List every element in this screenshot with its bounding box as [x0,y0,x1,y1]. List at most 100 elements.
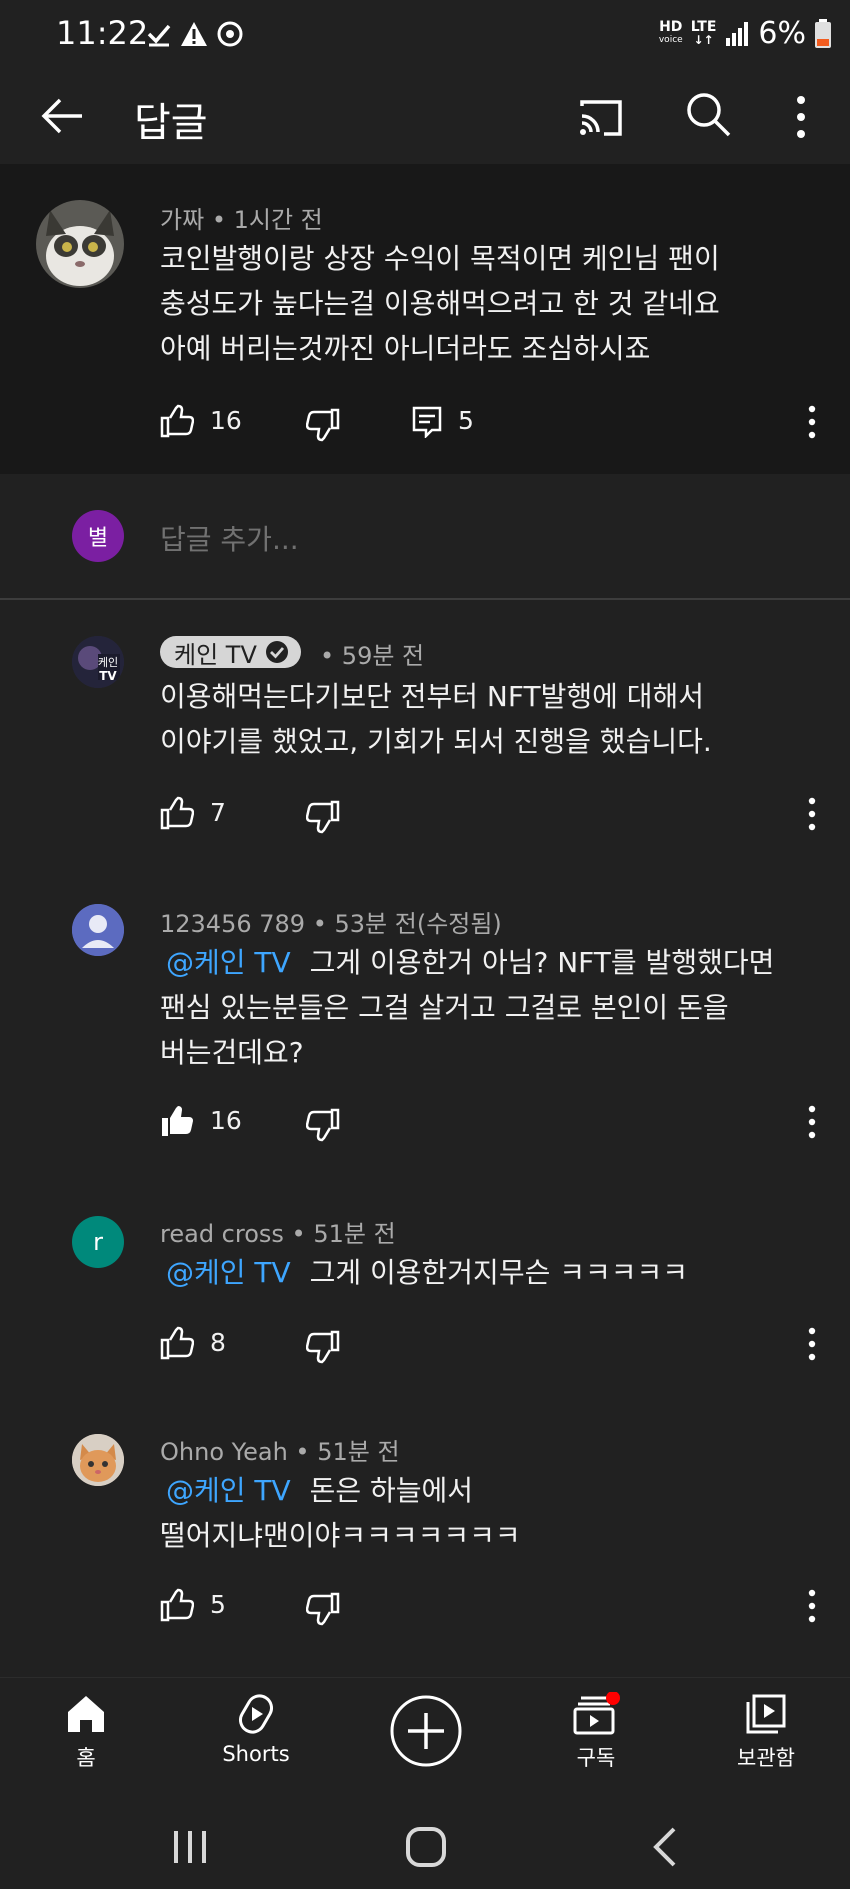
comment-more-icon[interactable] [800,1326,824,1362]
search-icon[interactable] [684,90,734,140]
reply-comment-icon[interactable] [412,406,442,438]
comment-time: 59분 전 [341,642,425,670]
cast-icon[interactable] [576,92,626,142]
comment-more-icon[interactable] [800,796,824,832]
add-reply-input[interactable]: 답글 추가... [160,518,299,558]
thumbs-up-icon[interactable] [160,1326,194,1360]
avatar[interactable] [72,904,124,956]
comment-more-icon[interactable] [800,1588,824,1624]
comment-line: 버는건데요? [160,1036,304,1069]
meta-separator: • [295,1438,318,1466]
thumbs-down-icon[interactable] [306,1590,340,1626]
like-count: 16 [210,406,242,435]
create-button[interactable] [356,1694,496,1768]
comment-author[interactable]: Ohno Yeah [160,1438,288,1466]
app-bar: 답글 [0,72,850,164]
comment-text: 돈은 하늘에서 [309,1474,474,1507]
comment-time: 53분 전(수정됨) [334,910,502,938]
home-icon [68,1696,104,1732]
system-navigation-bar [0,1801,850,1889]
avatar[interactable]: r [72,1216,124,1268]
mention-link[interactable]: @케인 TV [166,946,291,979]
more-vert-icon[interactable] [786,94,816,140]
default-user-icon [72,904,124,956]
thumbs-down-icon[interactable] [306,798,340,834]
verified-check-icon [265,641,288,663]
status-bar: 11:22 HD voice LTE ↓↑ 6% [0,0,850,72]
thumbs-up-icon[interactable] [160,796,194,830]
comment-time: 1시간 전 [233,206,323,234]
mention-link[interactable]: @케인 TV [166,1474,291,1507]
channel-avatar-image: 케인 TV [72,636,124,688]
comment-author[interactable]: read cross [160,1220,284,1248]
reply-item: 케인 TV 케인 TV • 59분 전 이용해먹는다기보단 전부터 NFT발행에… [0,600,850,840]
comment-body: @케인 TV 그게 이용한거 아님? NFT를 발행했다면 팬심 있는분들은 그… [160,940,840,1075]
reply-item: r read cross • 51분 전 @케인 TV 그게 이용한거지무슨 ㅋ… [0,1180,850,1410]
thumbs-down-icon[interactable] [306,406,340,442]
battery-percent: 6% [758,16,806,51]
signal-icon [726,21,749,46]
comment-actions: 5 [160,1588,840,1632]
thumbs-up-icon[interactable] [160,404,194,438]
comment-more-icon[interactable] [800,1104,824,1140]
check-icon [147,24,171,47]
comment-line: 이용해먹는다기보단 전부터 NFT발행에 대해서 [160,680,705,713]
comment-time: 51분 전 [313,1220,396,1248]
reply-count: 5 [458,406,474,435]
comment-more-icon[interactable] [800,404,824,440]
comment-line: @케인 TV 그게 이용한거 아님? NFT를 발행했다면 [160,940,840,985]
system-back-icon[interactable] [650,1825,680,1869]
meta-separator: • [211,206,234,234]
sync-icon [217,21,243,47]
user-avatar-letter: 별 [87,526,109,551]
subscriptions-icon [573,1692,620,1735]
comment-meta: Ohno Yeah • 51분 전 [160,1432,400,1467]
like-count: 16 [210,1106,242,1135]
mention-link[interactable]: @케인 TV [166,1256,291,1289]
kitten-avatar-image [72,1434,124,1486]
comment-line: 충성도가 높다는걸 이용해먹으려고 한 것 같네요 [160,287,720,320]
comment-body: @케인 TV 그게 이용한거지무슨 ㅋㅋㅋㅋㅋ [160,1250,840,1295]
shorts-icon [239,1694,273,1734]
comment-line: 팬심 있는분들은 그걸 살거고 그걸로 본인이 돈을 [160,991,729,1024]
thumbs-up-filled-icon[interactable] [160,1104,194,1138]
comment-author[interactable]: 가짜 [160,206,204,234]
page-title: 답글 [134,100,208,146]
comment-text: 그게 이용한거지무슨 ㅋㅋㅋㅋㅋ [309,1256,689,1289]
comment-line: 아예 버리는것까진 아니더라도 조심하시죠 [160,332,651,365]
comment-line: 이야기를 했었고, 기회가 되서 진행을 했습니다. [160,725,712,758]
recent-apps-icon[interactable] [170,1827,210,1867]
nav-subscriptions[interactable]: 구독 [526,1692,666,1772]
thumbs-down-icon[interactable] [306,1106,340,1142]
status-time: 11:22 [56,14,149,52]
meta-separator: • [312,910,335,938]
avatar[interactable] [72,1434,124,1486]
comment-text: 그게 이용한거 아님? NFT를 발행했다면 [309,946,775,979]
avatar-letter: r [93,1228,103,1256]
thumbs-down-icon[interactable] [306,1328,340,1364]
avatar[interactable]: 케인 TV [72,636,124,688]
comment-line: @케인 TV 그게 이용한거지무슨 ㅋㅋㅋㅋㅋ [160,1250,840,1295]
comment-actions: 7 [160,796,840,840]
nav-library-label: 보관함 [737,1746,795,1770]
comment-author[interactable]: 123456 789 [160,910,305,938]
thumbs-up-icon[interactable] [160,1588,194,1622]
hd-voice-indicator: HD voice [658,18,683,45]
nav-shorts[interactable]: Shorts [186,1692,326,1766]
comment-meta: 가짜 • 1시간 전 [160,200,323,235]
nav-library[interactable]: 보관함 [696,1692,836,1772]
reply-item: Ohno Yeah • 51분 전 @케인 TV 돈은 하늘에서 떨어지냐맨이야… [0,1410,850,1670]
comment-actions: 8 [160,1326,840,1370]
add-circle-icon [390,1695,462,1767]
user-avatar: 별 [72,510,124,562]
meta-separator: • [291,1220,314,1248]
avatar[interactable] [36,200,124,288]
like-count: 5 [210,1590,226,1619]
back-arrow-icon[interactable] [38,92,86,140]
nav-shorts-label: Shorts [222,1742,290,1766]
cat-avatar-image [36,200,124,288]
channel-author-chip[interactable]: 케인 TV [160,636,301,669]
home-button-icon[interactable] [404,1825,448,1869]
nav-home[interactable]: 홈 [16,1692,156,1772]
svg-text:TV: TV [99,669,117,683]
